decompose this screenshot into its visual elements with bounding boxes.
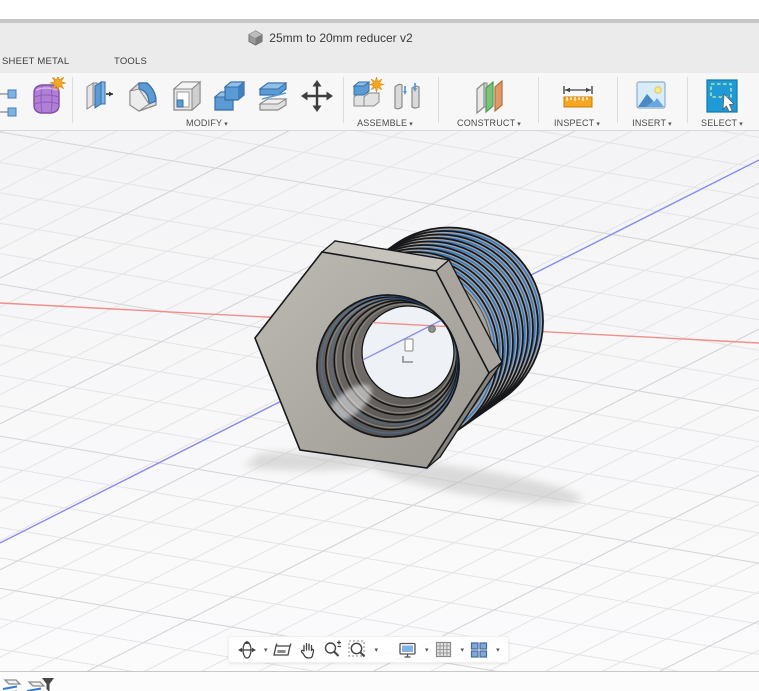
new-component-icon[interactable] xyxy=(348,77,386,117)
insert-image-icon[interactable] xyxy=(634,77,668,115)
ribbon-divider xyxy=(343,77,344,123)
display-settings-caret-icon[interactable]: ▾ xyxy=(425,646,429,654)
assemble-label-text: ASSEMBLE xyxy=(357,118,408,128)
ribbon-divider xyxy=(438,77,439,123)
ribbon-divider xyxy=(538,77,539,123)
inspect-label-text: INSPECT xyxy=(553,118,595,128)
inspect-caret-icon: ▾ xyxy=(596,121,601,128)
document-titlebar: 25mm to 20mm reducer v2 xyxy=(0,23,759,52)
section-view-icon[interactable] xyxy=(2,677,24,691)
zoom-window-caret-icon[interactable]: ▾ xyxy=(375,646,379,654)
construct-caret-icon: ▾ xyxy=(517,121,522,128)
assemble-caret-icon: ▾ xyxy=(409,121,413,128)
ribbon-divider xyxy=(72,77,73,123)
measure-icon[interactable] xyxy=(560,83,596,113)
create-partial-icon[interactable] xyxy=(0,81,18,119)
section-filter-icon[interactable] xyxy=(26,677,56,691)
fusion-app-window: 25mm to 20mm reducer v2 SHEET METAL TOOL… xyxy=(0,0,759,691)
shell-icon[interactable] xyxy=(168,77,204,117)
move-icon[interactable] xyxy=(299,77,335,117)
select-caret-icon: ▾ xyxy=(739,121,743,128)
insert-caret-icon: ▾ xyxy=(668,121,672,128)
tab-tools[interactable]: TOOLS xyxy=(114,56,147,67)
modify-label-text: MODIFY xyxy=(186,118,223,128)
3d-viewport-canvas[interactable] xyxy=(0,131,759,671)
modify-group-label[interactable]: MODIFY ▾ xyxy=(186,118,228,128)
select-group-label[interactable]: SELECT ▾ xyxy=(701,118,743,128)
fillet-icon[interactable] xyxy=(125,77,161,117)
viewports-icon[interactable] xyxy=(469,640,489,660)
construct-label-text: CONSTRUCT xyxy=(456,118,516,128)
ribbon-divider xyxy=(687,77,688,123)
status-bar xyxy=(0,671,759,691)
select-icon[interactable] xyxy=(705,77,739,115)
display-settings-icon[interactable] xyxy=(398,640,418,660)
window-top-strip xyxy=(0,0,759,19)
viewports-caret-icon[interactable]: ▾ xyxy=(496,646,500,654)
look-at-icon[interactable] xyxy=(272,640,293,660)
orbit-caret-icon[interactable]: ▾ xyxy=(264,646,268,654)
modify-caret-icon: ▾ xyxy=(224,121,228,128)
create-form-icon[interactable] xyxy=(28,77,66,117)
select-label-text: SELECT xyxy=(701,118,738,128)
through-hole xyxy=(361,305,455,399)
zoom-window-icon[interactable] xyxy=(348,640,368,660)
document-title[interactable]: 25mm to 20mm reducer v2 xyxy=(269,31,412,45)
tab-sheet-metal[interactable]: SHEET METAL xyxy=(2,56,69,67)
grid-display-icon[interactable] xyxy=(434,640,454,660)
filter-icon[interactable] xyxy=(42,678,54,691)
insert-group-label[interactable]: INSERT ▾ xyxy=(632,118,672,128)
toolbar-tabs-row: SHEET METAL TOOLS xyxy=(0,52,759,73)
insert-label-text: INSERT xyxy=(632,118,667,128)
zoom-icon[interactable] xyxy=(323,640,343,660)
inspect-group-label[interactable]: INSPECT ▾ xyxy=(554,118,600,128)
ribbon-divider xyxy=(617,77,618,123)
grid-display-caret-icon[interactable]: ▾ xyxy=(461,646,465,654)
ribbon-toolbar: MODIFY ▾ ASSEMBLE ▾ CONSTRUCT ▾ INSPECT … xyxy=(0,73,759,131)
press-pull-icon[interactable] xyxy=(81,77,117,117)
assemble-group-label[interactable]: ASSEMBLE ▾ xyxy=(357,118,413,128)
orbit-icon[interactable] xyxy=(237,640,257,660)
pan-icon[interactable] xyxy=(298,640,318,660)
document-cube-icon xyxy=(248,29,263,46)
construct-group-label[interactable]: CONSTRUCT ▾ xyxy=(457,118,521,128)
construct-plane-icon[interactable] xyxy=(472,77,506,117)
view-navigation-bar: ▾ ▾ ▾ ▾ ▾ xyxy=(228,636,509,663)
origin-point-marker[interactable] xyxy=(428,325,436,333)
combine-icon[interactable] xyxy=(211,77,247,117)
offset-face-icon[interactable] xyxy=(255,77,291,117)
joint-icon[interactable] xyxy=(390,77,424,117)
